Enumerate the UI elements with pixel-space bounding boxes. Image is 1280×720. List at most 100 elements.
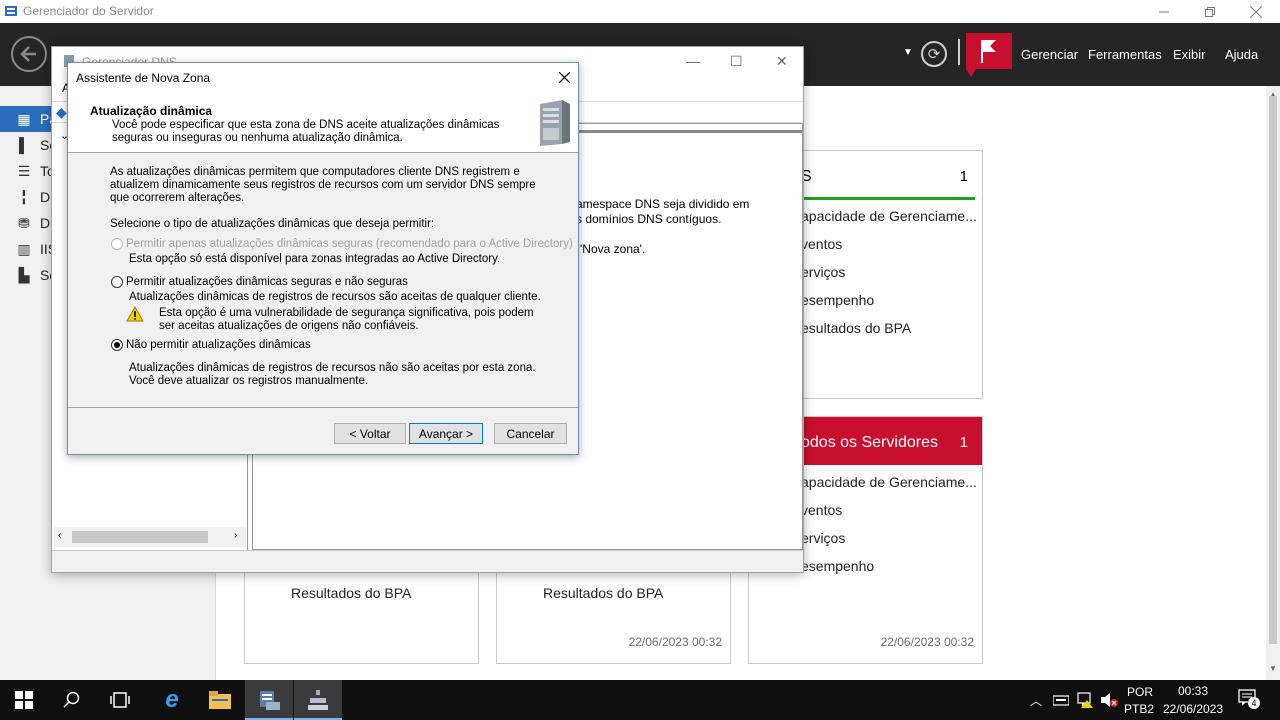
volume-muted-icon[interactable]	[1100, 692, 1118, 708]
dns-maximize-button[interactable]: ☐	[730, 53, 743, 70]
cancel-button[interactable]: Cancelar	[494, 423, 567, 444]
tile-link-bpa[interactable]: esultados do BPA	[801, 320, 911, 336]
dns-description-text: amespace DNS seja dividido em	[576, 197, 750, 211]
server-manager-taskbar-button[interactable]	[245, 680, 293, 720]
dns-close-button[interactable]: ✕	[776, 53, 788, 70]
start-button[interactable]	[0, 680, 48, 720]
internet-explorer-icon: e	[165, 686, 179, 713]
tile-timestamp: 22/06/2023 00:32	[628, 635, 722, 649]
action-center-button[interactable]: 4	[1238, 689, 1260, 709]
tile-link-performance[interactable]: esempenho	[801, 558, 874, 574]
dashboard-icon: ▦	[17, 110, 31, 127]
clock-date[interactable]: 22/06/2023	[1163, 702, 1223, 716]
back-button[interactable]: < Voltar	[334, 423, 406, 444]
language-indicator[interactable]: POR	[1127, 685, 1153, 699]
warning-icon	[126, 306, 144, 322]
refresh-button[interactable]: ⟳	[921, 41, 947, 67]
radio-secure-and-nonsecure[interactable]	[111, 276, 123, 288]
restore-button[interactable]	[1187, 0, 1233, 23]
dns-manager-taskbar-button[interactable]	[294, 680, 342, 720]
status-bar-green	[801, 197, 975, 200]
wizard-footer-separator	[68, 407, 578, 408]
minimize-button[interactable]	[1141, 0, 1187, 23]
dns-description-text: 'Nova zona'.	[580, 242, 646, 256]
clock-time[interactable]: 00:33	[1178, 684, 1208, 698]
back-button[interactable]	[11, 36, 47, 72]
radio-no-dynamic-updates[interactable]	[111, 339, 123, 351]
tile-timestamp: 22/06/2023 00:32	[880, 635, 974, 649]
network-warning-icon[interactable]	[1077, 692, 1093, 708]
radio-no-dynamic-updates-desc: Atualizações dinâmicas de registros de r…	[129, 362, 536, 387]
wizard-title: Assistente de Nova Zona	[76, 71, 211, 85]
tile-link-performance[interactable]: esempenho	[801, 292, 874, 308]
wizard-intro-text: As atualizações dinâmicas permitem que c…	[110, 166, 536, 204]
tile-link-events[interactable]: ventos	[801, 236, 842, 252]
wizard-page-title: Atualização dinâmica	[90, 104, 213, 118]
close-icon	[1250, 5, 1262, 18]
taskbar: e ︿ POR PTB2 00:33 22/06/2023 4	[0, 680, 1280, 720]
server-icon: ▌	[19, 137, 29, 153]
radio-secure-only-label[interactable]: Permitir apenas atualizações dinâmicas s…	[126, 238, 573, 251]
wizard-close-button[interactable]	[558, 68, 571, 88]
radio-secure-only-desc: Esta opção só está disponível para zonas…	[129, 253, 501, 265]
scrollbar-thumb[interactable]	[1269, 96, 1277, 644]
file-explorer-button[interactable]	[196, 680, 244, 720]
menu-gerenciar[interactable]: Gerenciar	[1021, 47, 1078, 62]
notification-count-badge: 4	[1248, 697, 1260, 709]
tray-overflow-icon[interactable]: ︿	[1030, 692, 1042, 709]
keyboard-layout-indicator[interactable]: PTB2	[1124, 702, 1154, 716]
dropdown-icon[interactable]: ▼	[903, 47, 913, 58]
search-icon	[63, 691, 80, 708]
dns-toolbar-icon[interactable]: ◆	[56, 104, 67, 121]
vertical-scrollbar[interactable]: ▲ ▼	[1266, 86, 1280, 680]
all-servers-icon: ☰	[17, 162, 31, 179]
wizard-titlebar: Assistente de Nova Zona	[68, 63, 578, 93]
dns-icon	[308, 690, 328, 710]
scroll-right-icon[interactable]: ›	[234, 530, 237, 541]
next-button[interactable]: Avançar >	[409, 423, 483, 444]
folder-icon	[209, 691, 231, 709]
menu-ferramentas[interactable]: Ferramentas	[1088, 47, 1162, 62]
close-button[interactable]	[1233, 0, 1279, 23]
dns-icon: ⛃	[18, 214, 30, 231]
wizard-page-subtitle: Você pode especificar que esta zona de D…	[112, 119, 500, 144]
window-title: Gerenciador do Servidor	[23, 4, 154, 18]
radio-no-dynamic-updates-label[interactable]: Não permitir atualizações dinâmicas	[126, 339, 311, 352]
tile-link-manageability[interactable]: apacidade de Gerenciame...	[801, 474, 977, 490]
scroll-down-icon[interactable]: ▼	[1269, 664, 1277, 673]
dns-tree-hscrollbar[interactable]: ‹ ›	[54, 527, 246, 547]
server-manager-icon	[260, 691, 280, 710]
tile-link-manageability[interactable]: apacidade de Gerenciame...	[801, 208, 977, 224]
task-view-button[interactable]	[96, 680, 144, 720]
separator	[958, 39, 960, 65]
task-view-icon	[110, 692, 130, 708]
flag-icon	[966, 40, 996, 77]
menu-ajuda[interactable]: Ajuda	[1225, 47, 1258, 62]
notifications-flag-button[interactable]	[966, 33, 1012, 77]
search-button[interactable]	[48, 680, 96, 720]
arrow-left-icon	[20, 46, 36, 62]
new-zone-wizard-dialog: Assistente de Nova Zona Atualização dinâ…	[67, 62, 579, 455]
tile-link-bpa[interactable]: Resultados do BPA	[543, 585, 663, 601]
menu-exibir[interactable]: Exibir	[1173, 47, 1206, 62]
tile-count: 1	[959, 434, 968, 451]
scroll-left-icon[interactable]: ‹	[58, 530, 61, 541]
radio-secure-and-nonsecure-label[interactable]: Permitir atualizações dinâmicas seguras …	[126, 276, 408, 289]
security-warning-text: Esta opção é uma vulnerabilidade de segu…	[159, 307, 534, 332]
tile-link-services[interactable]: erviços	[801, 264, 845, 280]
server-manager-titlebar: Gerenciador do Servidor	[0, 0, 1280, 23]
radio-secure-only[interactable]	[111, 238, 123, 250]
tile-title: odos os Servidores	[801, 434, 938, 451]
server-manager-app-icon	[5, 6, 17, 16]
dns-minimize-button[interactable]: —	[686, 53, 700, 69]
wizard-select-prompt: Selecione o tipo de atualizações dinâmic…	[110, 218, 435, 230]
tile-link-events[interactable]: ventos	[801, 502, 842, 518]
internet-explorer-button[interactable]: e	[148, 680, 196, 720]
refresh-icon: ⟳	[927, 46, 941, 63]
keyboard-tray-icon[interactable]	[1053, 693, 1069, 707]
tile-link-services[interactable]: erviços	[801, 530, 845, 546]
minimize-icon	[1159, 11, 1169, 12]
tile-link-bpa[interactable]: Resultados do BPA	[291, 585, 411, 601]
scrollbar-thumb[interactable]	[72, 531, 208, 543]
close-icon	[558, 71, 571, 84]
